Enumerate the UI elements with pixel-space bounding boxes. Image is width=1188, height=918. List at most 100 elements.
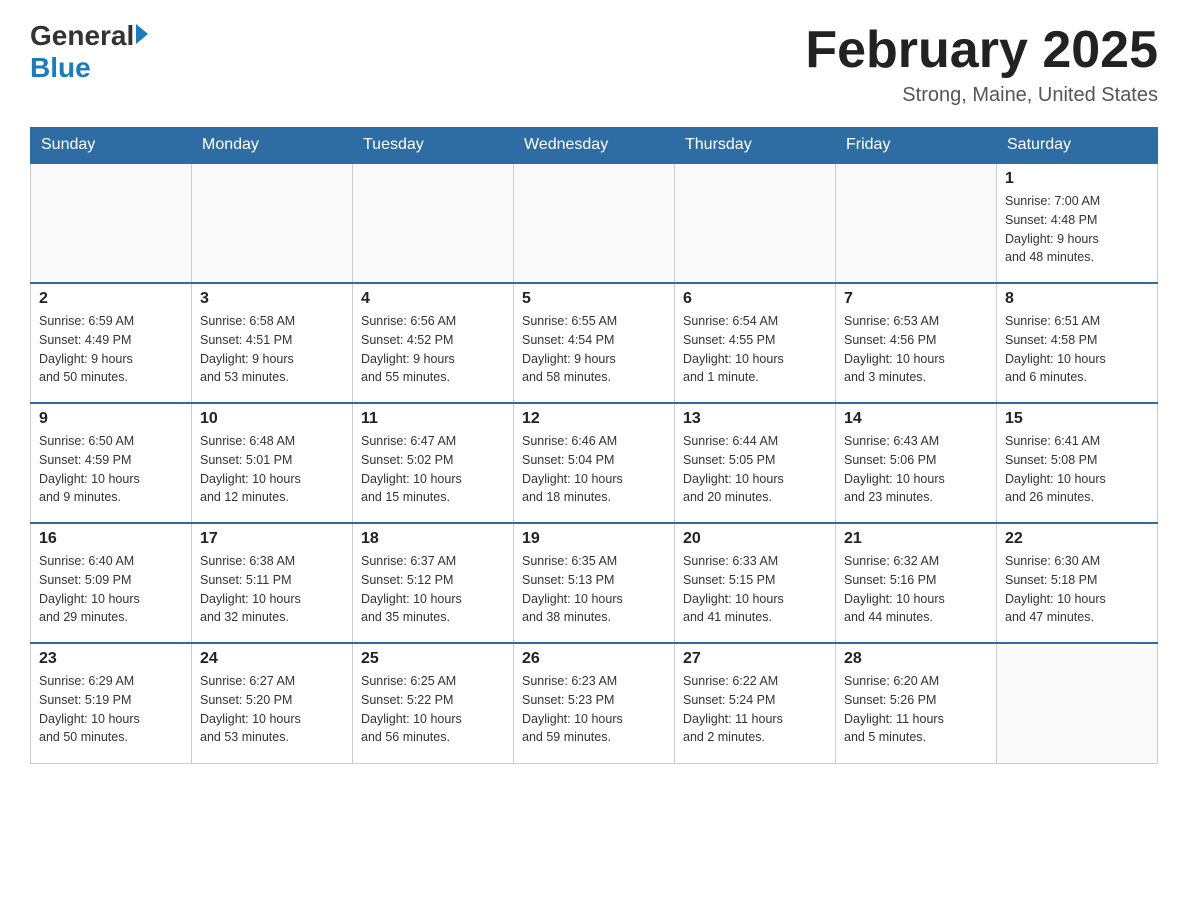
calendar-table: SundayMondayTuesdayWednesdayThursdayFrid…	[30, 127, 1158, 764]
day-header-tuesday: Tuesday	[353, 128, 514, 164]
day-number: 3	[200, 290, 344, 308]
day-number: 26	[522, 650, 666, 668]
day-number: 19	[522, 530, 666, 548]
calendar-cell	[997, 643, 1158, 763]
day-number: 17	[200, 530, 344, 548]
day-number: 14	[844, 410, 988, 428]
day-info: Sunrise: 6:35 AM Sunset: 5:13 PM Dayligh…	[522, 552, 666, 627]
calendar-cell: 16Sunrise: 6:40 AM Sunset: 5:09 PM Dayli…	[31, 523, 192, 643]
title-section: February 2025 Strong, Maine, United Stat…	[805, 20, 1158, 107]
day-number: 8	[1005, 290, 1149, 308]
calendar-cell: 20 Sunrise: 6:33 AM Sunset: 5:15 PM Dayli…	[675, 523, 836, 643]
day-info: Sunrise: 6:37 AM Sunset: 5:12 PM Dayligh…	[361, 552, 505, 627]
day-number: 28	[844, 650, 988, 668]
day-info: Sunrise: 6:33 AM Sunset: 5:15 PM Dayligh…	[683, 552, 827, 627]
month-title: February 2025	[805, 20, 1158, 80]
logo-blue-text: Blue	[30, 52, 91, 84]
calendar-cell: 27 Sunrise: 6:22 AM Sunset: 5:24 PM Dayli…	[675, 643, 836, 763]
calendar-cell: 5Sunrise: 6:55 AM Sunset: 4:54 PM Daylig…	[514, 283, 675, 403]
day-number: 15	[1005, 410, 1149, 428]
day-number: 6	[683, 290, 827, 308]
calendar-cell: 4 Sunrise: 6:56 AM Sunset: 4:52 PM Daylig…	[353, 283, 514, 403]
calendar-cell: 14 Sunrise: 6:43 AM Sunset: 5:06 PM Dayli…	[836, 403, 997, 523]
day-number: 20	[683, 530, 827, 548]
calendar-cell: 7 Sunrise: 6:53 AM Sunset: 4:56 PM Daylig…	[836, 283, 997, 403]
day-info: Sunrise: 6:58 AM Sunset: 4:51 PM Dayligh…	[200, 312, 344, 387]
day-number: 5	[522, 290, 666, 308]
day-number: 18	[361, 530, 505, 548]
day-info: Sunrise: 6:46 AM Sunset: 5:04 PM Dayligh…	[522, 432, 666, 507]
calendar-cell: 6 Sunrise: 6:54 AM Sunset: 4:55 PM Daylig…	[675, 283, 836, 403]
day-number: 9	[39, 410, 183, 428]
day-header-thursday: Thursday	[675, 128, 836, 164]
day-info: Sunrise: 6:40 AM Sunset: 5:09 PM Dayligh…	[39, 552, 183, 627]
location-text: Strong, Maine, United States	[805, 84, 1158, 107]
day-info: Sunrise: 6:32 AM Sunset: 5:16 PM Dayligh…	[844, 552, 988, 627]
calendar-cell: 21 Sunrise: 6:32 AM Sunset: 5:16 PM Dayli…	[836, 523, 997, 643]
day-info: Sunrise: 6:22 AM Sunset: 5:24 PM Dayligh…	[683, 672, 827, 747]
week-row-3: 9 Sunrise: 6:50 AM Sunset: 4:59 PM Daylig…	[31, 403, 1158, 523]
calendar-cell: 1 Sunrise: 7:00 AM Sunset: 4:48 PM Daylig…	[997, 163, 1158, 283]
logo-general-text: General	[30, 20, 134, 52]
day-info: Sunrise: 6:59 AM Sunset: 4:49 PM Dayligh…	[39, 312, 183, 387]
logo-triangle-icon	[136, 24, 148, 44]
day-info: Sunrise: 6:50 AM Sunset: 4:59 PM Dayligh…	[39, 432, 183, 507]
day-info: Sunrise: 6:56 AM Sunset: 4:52 PM Dayligh…	[361, 312, 505, 387]
calendar-cell: 26 Sunrise: 6:23 AM Sunset: 5:23 PM Dayli…	[514, 643, 675, 763]
day-number: 1	[1005, 170, 1149, 188]
day-header-monday: Monday	[192, 128, 353, 164]
day-info: Sunrise: 6:53 AM Sunset: 4:56 PM Dayligh…	[844, 312, 988, 387]
calendar-cell: 22Sunrise: 6:30 AM Sunset: 5:18 PM Dayli…	[997, 523, 1158, 643]
week-row-5: 23 Sunrise: 6:29 AM Sunset: 5:19 PM Dayli…	[31, 643, 1158, 763]
day-info: Sunrise: 6:54 AM Sunset: 4:55 PM Dayligh…	[683, 312, 827, 387]
calendar-cell: 8 Sunrise: 6:51 AM Sunset: 4:58 PM Daylig…	[997, 283, 1158, 403]
day-info: Sunrise: 6:30 AM Sunset: 5:18 PM Dayligh…	[1005, 552, 1149, 627]
calendar-cell: 23 Sunrise: 6:29 AM Sunset: 5:19 PM Dayli…	[31, 643, 192, 763]
day-info: Sunrise: 6:43 AM Sunset: 5:06 PM Dayligh…	[844, 432, 988, 507]
calendar-cell: 28Sunrise: 6:20 AM Sunset: 5:26 PM Dayli…	[836, 643, 997, 763]
day-info: Sunrise: 6:27 AM Sunset: 5:20 PM Dayligh…	[200, 672, 344, 747]
calendar-cell: 18 Sunrise: 6:37 AM Sunset: 5:12 PM Dayli…	[353, 523, 514, 643]
calendar-cell	[192, 163, 353, 283]
calendar-header-row: SundayMondayTuesdayWednesdayThursdayFrid…	[31, 128, 1158, 164]
page-header: General Blue February 2025 Strong, Maine…	[30, 20, 1158, 107]
calendar-cell: 24Sunrise: 6:27 AM Sunset: 5:20 PM Dayli…	[192, 643, 353, 763]
day-info: Sunrise: 6:38 AM Sunset: 5:11 PM Dayligh…	[200, 552, 344, 627]
calendar-cell: 17 Sunrise: 6:38 AM Sunset: 5:11 PM Dayli…	[192, 523, 353, 643]
day-header-saturday: Saturday	[997, 128, 1158, 164]
calendar-cell	[514, 163, 675, 283]
day-number: 25	[361, 650, 505, 668]
day-number: 21	[844, 530, 988, 548]
day-info: Sunrise: 6:29 AM Sunset: 5:19 PM Dayligh…	[39, 672, 183, 747]
calendar-cell: 10 Sunrise: 6:48 AM Sunset: 5:01 PM Dayli…	[192, 403, 353, 523]
day-number: 7	[844, 290, 988, 308]
calendar-cell: 25 Sunrise: 6:25 AM Sunset: 5:22 PM Dayli…	[353, 643, 514, 763]
day-info: Sunrise: 6:51 AM Sunset: 4:58 PM Dayligh…	[1005, 312, 1149, 387]
calendar-cell	[353, 163, 514, 283]
day-info: Sunrise: 6:25 AM Sunset: 5:22 PM Dayligh…	[361, 672, 505, 747]
calendar-cell: 13Sunrise: 6:44 AM Sunset: 5:05 PM Dayli…	[675, 403, 836, 523]
week-row-1: 1 Sunrise: 7:00 AM Sunset: 4:48 PM Daylig…	[31, 163, 1158, 283]
day-number: 2	[39, 290, 183, 308]
day-number: 4	[361, 290, 505, 308]
calendar-cell: 15Sunrise: 6:41 AM Sunset: 5:08 PM Dayli…	[997, 403, 1158, 523]
logo-blue-container	[134, 28, 148, 44]
day-info: Sunrise: 6:23 AM Sunset: 5:23 PM Dayligh…	[522, 672, 666, 747]
calendar-cell	[31, 163, 192, 283]
calendar-cell: 3 Sunrise: 6:58 AM Sunset: 4:51 PM Daylig…	[192, 283, 353, 403]
calendar-cell: 12Sunrise: 6:46 AM Sunset: 5:04 PM Dayli…	[514, 403, 675, 523]
day-info: Sunrise: 6:48 AM Sunset: 5:01 PM Dayligh…	[200, 432, 344, 507]
day-number: 11	[361, 410, 505, 428]
day-info: Sunrise: 6:47 AM Sunset: 5:02 PM Dayligh…	[361, 432, 505, 507]
week-row-2: 2 Sunrise: 6:59 AM Sunset: 4:49 PM Daylig…	[31, 283, 1158, 403]
day-header-friday: Friday	[836, 128, 997, 164]
calendar-cell: 19 Sunrise: 6:35 AM Sunset: 5:13 PM Dayli…	[514, 523, 675, 643]
logo: General Blue	[30, 20, 148, 84]
day-number: 10	[200, 410, 344, 428]
calendar-cell	[675, 163, 836, 283]
day-number: 23	[39, 650, 183, 668]
day-header-sunday: Sunday	[31, 128, 192, 164]
day-number: 27	[683, 650, 827, 668]
calendar-cell: 2 Sunrise: 6:59 AM Sunset: 4:49 PM Daylig…	[31, 283, 192, 403]
day-info: Sunrise: 7:00 AM Sunset: 4:48 PM Dayligh…	[1005, 192, 1149, 267]
